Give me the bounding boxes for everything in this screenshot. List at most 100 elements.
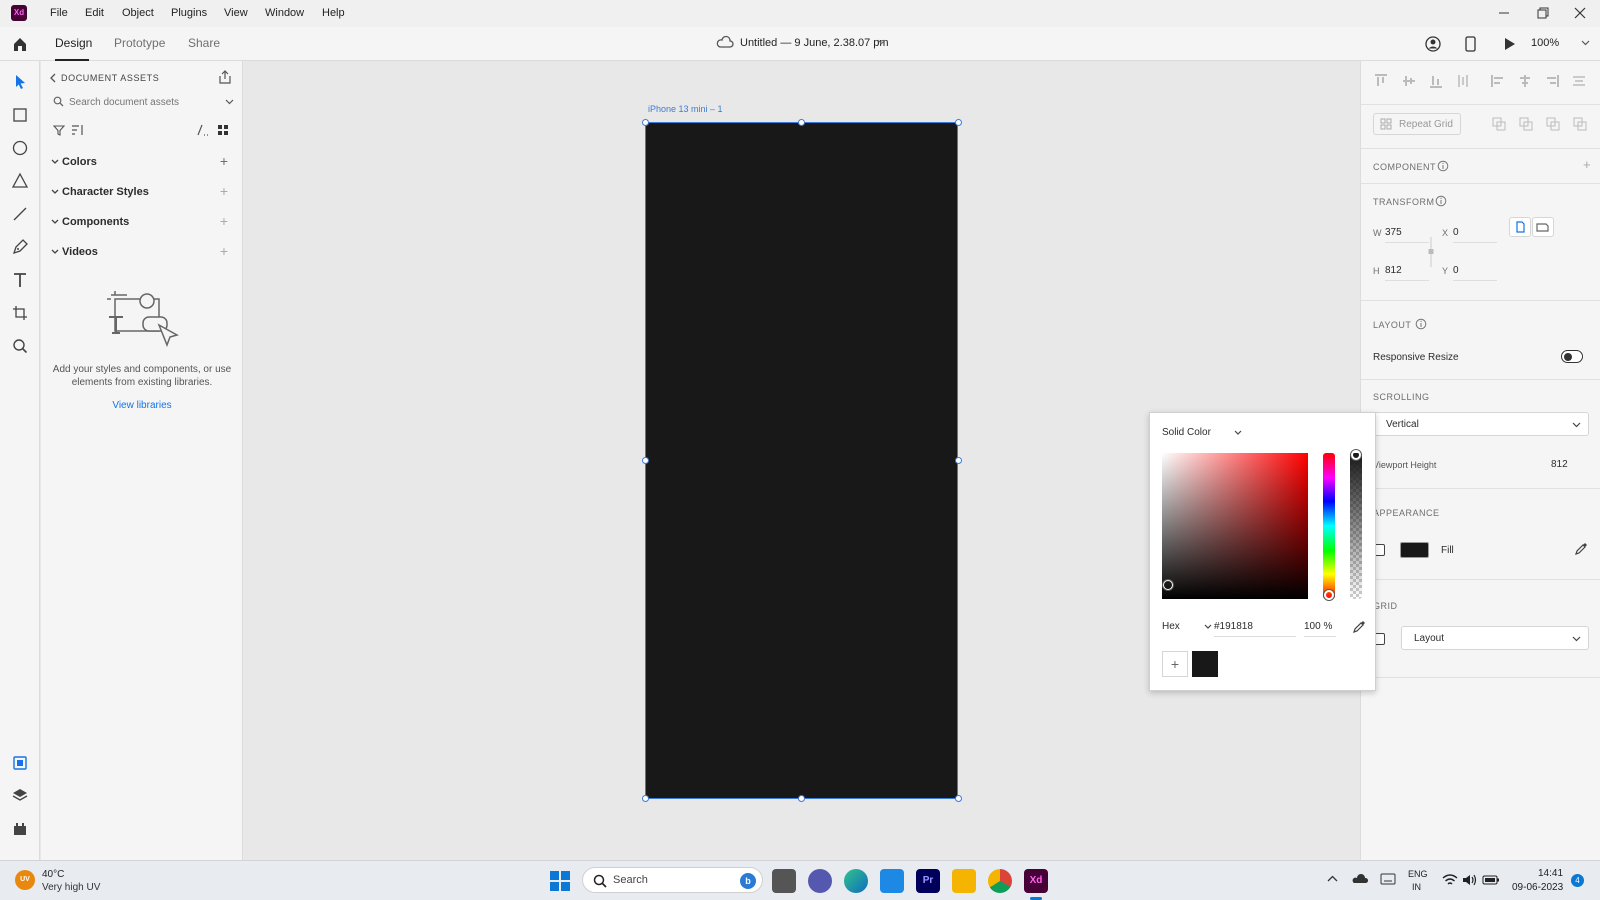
align-center-icon[interactable]: [1517, 73, 1533, 89]
document-title[interactable]: Untitled — 9 June, 2.38.07 pm: [740, 37, 889, 49]
info-icon[interactable]: [1435, 195, 1447, 207]
restore-icon[interactable]: [1533, 5, 1551, 21]
keyboard-icon[interactable]: [1380, 873, 1396, 885]
resize-handle[interactable]: [955, 795, 962, 802]
grid-select[interactable]: Layout: [1401, 626, 1589, 650]
eyedropper-icon[interactable]: [1574, 542, 1588, 556]
section-character-styles[interactable]: Character Styles +: [41, 183, 243, 203]
weather-desc[interactable]: Very high UV: [42, 882, 100, 893]
battery-icon[interactable]: [1482, 875, 1500, 885]
notification-badge[interactable]: 4: [1571, 874, 1584, 887]
device-preview-icon[interactable]: [1464, 35, 1478, 53]
add-component-icon[interactable]: +: [1583, 157, 1591, 172]
align-left-icon[interactable]: [1490, 73, 1506, 89]
pen-tool-icon[interactable]: [10, 237, 30, 257]
fill-swatch[interactable]: [1400, 542, 1429, 558]
y-input[interactable]: 0: [1453, 265, 1497, 281]
saturation-brightness-area[interactable]: [1162, 453, 1308, 599]
hue-thumb[interactable]: [1324, 590, 1334, 600]
lock-aspect-icon[interactable]: [1427, 237, 1435, 267]
repeat-grid-button[interactable]: Repeat Grid: [1373, 113, 1461, 135]
clock-date[interactable]: 09-06-2023: [1512, 882, 1563, 893]
filter-icon[interactable]: [53, 124, 65, 136]
play-icon[interactable]: [1502, 36, 1516, 52]
tab-design[interactable]: Design: [55, 36, 92, 50]
boolean-exclude-icon[interactable]: [1572, 116, 1588, 132]
scrolling-select[interactable]: Vertical: [1373, 412, 1589, 436]
portrait-orientation-icon[interactable]: [1509, 217, 1531, 237]
close-icon[interactable]: [1571, 5, 1589, 21]
artboard[interactable]: [645, 122, 958, 799]
opacity-input[interactable]: 100 %: [1304, 621, 1336, 637]
line-tool-icon[interactable]: [10, 204, 30, 224]
xd-taskbar-icon[interactable]: Xd: [1024, 869, 1048, 893]
add-component-icon[interactable]: +: [220, 213, 228, 229]
resize-handle[interactable]: [798, 795, 805, 802]
opacity-slider[interactable]: [1350, 450, 1362, 599]
resize-handle[interactable]: [798, 119, 805, 126]
user-icon[interactable]: [1424, 35, 1442, 53]
list-view-icon[interactable]: [196, 124, 210, 136]
chevron-down-icon[interactable]: [877, 39, 886, 45]
rectangle-tool-icon[interactable]: [10, 105, 30, 125]
boolean-add-icon[interactable]: [1491, 116, 1507, 132]
chrome-icon[interactable]: [988, 869, 1012, 893]
polygon-tool-icon[interactable]: [10, 171, 30, 191]
section-videos[interactable]: Videos +: [41, 243, 243, 263]
color-swatch[interactable]: [1192, 651, 1218, 677]
file-explorer-icon[interactable]: [952, 869, 976, 893]
layers-icon[interactable]: [10, 786, 30, 806]
weather-temp[interactable]: 40°C: [42, 869, 64, 880]
ellipse-tool-icon[interactable]: [10, 138, 30, 158]
assets-panel-icon[interactable]: [10, 753, 30, 773]
resize-handle[interactable]: [955, 457, 962, 464]
chevron-down-icon[interactable]: [1204, 624, 1212, 630]
view-libraries-link[interactable]: View libraries: [41, 400, 243, 411]
tab-share[interactable]: Share: [188, 36, 220, 50]
menu-file[interactable]: File: [50, 7, 68, 19]
add-video-icon[interactable]: +: [220, 243, 228, 259]
viewport-height-input[interactable]: 812: [1551, 459, 1568, 470]
assets-search[interactable]: [49, 91, 237, 113]
task-view-icon[interactable]: [772, 869, 796, 893]
menu-object[interactable]: Object: [122, 7, 154, 19]
minimize-icon[interactable]: [1495, 5, 1513, 21]
menu-help[interactable]: Help: [322, 7, 345, 19]
grid-view-icon[interactable]: [217, 124, 229, 136]
align-middle-icon[interactable]: [1401, 73, 1417, 89]
windows-start-icon[interactable]: [550, 871, 570, 891]
eyedropper-icon[interactable]: [1352, 620, 1366, 634]
artboard-tool-icon[interactable]: [10, 303, 30, 323]
teams-chat-icon[interactable]: [808, 869, 832, 893]
align-right-icon[interactable]: [1544, 73, 1560, 89]
section-colors[interactable]: Colors +: [41, 153, 243, 173]
align-top-icon[interactable]: [1373, 73, 1389, 89]
add-character-style-icon[interactable]: +: [220, 183, 228, 199]
menu-edit[interactable]: Edit: [85, 7, 104, 19]
color-mode-select[interactable]: Solid Color: [1162, 427, 1211, 438]
artboard-name[interactable]: iPhone 13 mini – 1: [648, 104, 723, 114]
resize-handle[interactable]: [642, 457, 649, 464]
boolean-subtract-icon[interactable]: [1518, 116, 1534, 132]
color-format-select[interactable]: Hex: [1162, 621, 1180, 632]
menu-view[interactable]: View: [224, 7, 248, 19]
menu-plugins[interactable]: Plugins: [171, 7, 207, 19]
plugins-icon[interactable]: [10, 819, 30, 839]
distribute-horizontal-icon[interactable]: [1571, 73, 1587, 89]
info-icon[interactable]: [1437, 160, 1449, 172]
hue-slider[interactable]: [1323, 453, 1335, 600]
opacity-thumb[interactable]: [1351, 450, 1361, 460]
resize-handle[interactable]: [642, 119, 649, 126]
resize-handle[interactable]: [642, 795, 649, 802]
sort-icon[interactable]: [71, 124, 85, 136]
add-color-icon[interactable]: +: [220, 153, 228, 169]
distribute-vertical-icon[interactable]: [1455, 73, 1471, 89]
x-input[interactable]: 0: [1453, 227, 1497, 243]
text-tool-icon[interactable]: [10, 270, 30, 290]
select-tool-icon[interactable]: [10, 72, 30, 92]
wifi-icon[interactable]: [1442, 873, 1458, 887]
language-code[interactable]: ENG: [1408, 869, 1428, 879]
color-cursor[interactable]: [1163, 580, 1173, 590]
weather-icon[interactable]: UV: [15, 870, 35, 890]
back-chevron-icon[interactable]: [49, 73, 57, 83]
